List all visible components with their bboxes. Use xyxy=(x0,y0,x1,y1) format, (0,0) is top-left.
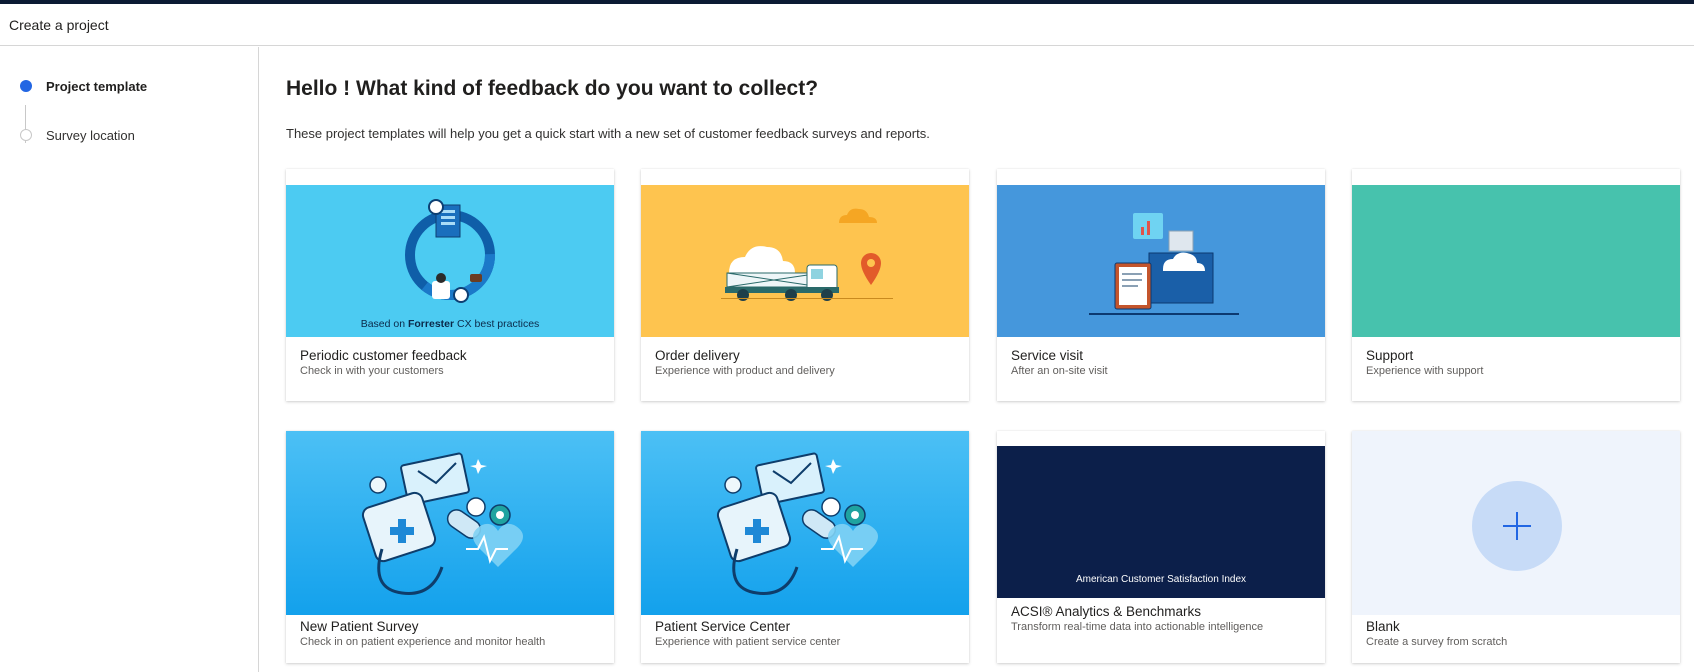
card-description: Experience with support xyxy=(1366,365,1484,377)
card-title: Blank xyxy=(1366,619,1400,634)
main-subheading: These project templates will help you ge… xyxy=(286,126,930,141)
template-card-acsi-analytics[interactable]: American Customer Satisfaction Index ACS… xyxy=(997,431,1325,663)
plus-icon xyxy=(1503,512,1531,540)
step-survey-location[interactable]: Survey location xyxy=(20,125,135,145)
card-description: After an on-site visit xyxy=(1011,365,1108,377)
add-circle xyxy=(1472,481,1562,571)
card-title: Order delivery xyxy=(655,348,740,363)
main-content: Hello ! What kind of feedback do you wan… xyxy=(260,47,1694,672)
card-description: Check in with your customers xyxy=(300,365,444,377)
card-title: New Patient Survey xyxy=(300,619,419,634)
patient-service-illustration xyxy=(641,431,969,615)
page-title: Create a project xyxy=(9,17,109,33)
service-visit-illustration xyxy=(997,185,1325,337)
step-label: Survey location xyxy=(46,127,135,143)
card-description: Create a survey from scratch xyxy=(1366,636,1508,648)
periodic-feedback-illustration: Based on Forrester CX best practices xyxy=(286,185,614,337)
acsi-illustration: American Customer Satisfaction Index xyxy=(997,446,1325,598)
patient-survey-illustration xyxy=(286,431,614,615)
acsi-caption: American Customer Satisfaction Index xyxy=(1075,574,1247,585)
template-card-service-visit[interactable]: Service visit After an on-site visit xyxy=(997,169,1325,401)
card-title: Service visit xyxy=(1011,348,1084,363)
step-project-template[interactable]: Project template xyxy=(20,76,147,96)
card-description: Transform real-time data into actionable… xyxy=(1011,621,1264,633)
step-label: Project template xyxy=(46,78,148,94)
card-title: Patient Service Center xyxy=(655,619,791,634)
template-card-patient-service-center[interactable]: Patient Service Center Experience with p… xyxy=(641,431,969,663)
main-heading: Hello ! What kind of feedback do you wan… xyxy=(286,77,819,100)
card-title: ACSI® Analytics & Benchmarks xyxy=(1011,604,1202,619)
card-description: Experience with product and delivery xyxy=(655,365,835,377)
step-inactive-indicator-icon xyxy=(20,129,32,141)
forrester-caption: Based on Forrester CX best practices xyxy=(360,318,540,330)
wizard-steps-sidebar: Project template Survey location xyxy=(0,47,259,672)
step-active-indicator-icon xyxy=(20,80,32,92)
support-illustration xyxy=(1352,185,1680,337)
page-header: Create a project xyxy=(0,4,1694,46)
template-card-blank[interactable]: Blank Create a survey from scratch xyxy=(1352,431,1680,663)
template-card-new-patient-survey[interactable]: New Patient Survey Check in on patient e… xyxy=(286,431,614,663)
card-description: Experience with patient service center xyxy=(655,636,841,648)
template-card-periodic-customer-feedback[interactable]: Based on Forrester CX best practices Per… xyxy=(286,169,614,401)
order-delivery-illustration xyxy=(641,185,969,337)
card-description: Check in on patient experience and monit… xyxy=(300,636,546,648)
card-title: Periodic customer feedback xyxy=(300,348,467,363)
blank-illustration xyxy=(1352,431,1680,615)
template-card-order-delivery[interactable]: Order delivery Experience with product a… xyxy=(641,169,969,401)
card-title: Support xyxy=(1366,348,1414,363)
template-card-support[interactable]: Support Experience with support xyxy=(1352,169,1680,401)
